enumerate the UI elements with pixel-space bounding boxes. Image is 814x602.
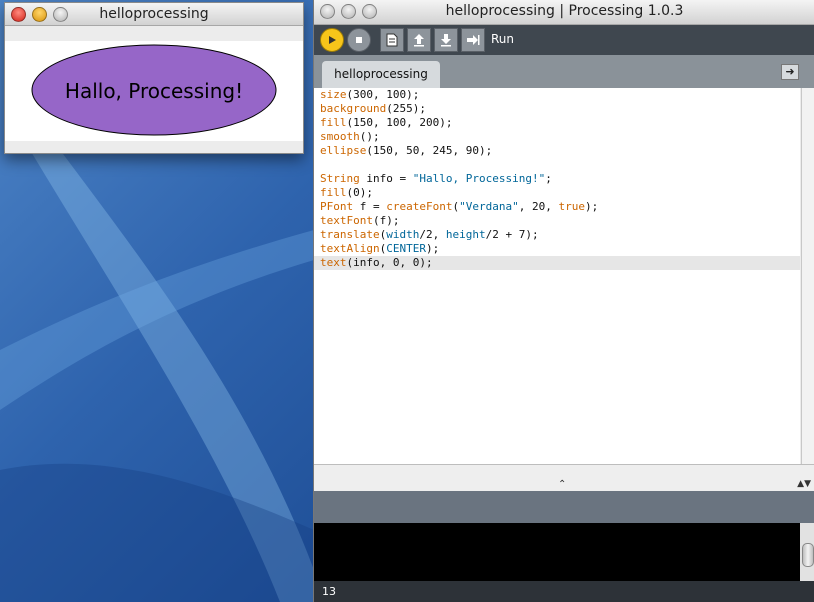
code-line-active: text(info, 0, 0); — [314, 256, 800, 270]
code-line: PFont f = createFont("Verdana", 20, true… — [320, 200, 599, 213]
code-line: textFont(f); — [320, 214, 400, 227]
sketch-window: helloprocessing Hallo, Processing! — [4, 2, 304, 154]
code-line: translate(width/2, height/2 + 7); — [320, 228, 539, 241]
toolbar: Run — [314, 25, 814, 55]
download-arrow-icon — [441, 34, 451, 47]
play-icon — [329, 36, 336, 44]
console-scrollbar[interactable] — [800, 523, 814, 581]
code-line: fill(150, 100, 200); — [320, 116, 453, 129]
run-button[interactable] — [320, 28, 344, 52]
save-button[interactable] — [434, 28, 458, 52]
message-area — [314, 491, 814, 523]
ide-window: helloprocessing | Processing 1.0.3 Run h… — [313, 0, 814, 602]
code-line: smooth(); — [320, 130, 380, 143]
open-button[interactable] — [407, 28, 431, 52]
code-editor[interactable]: size(300, 100); background(255); fill(15… — [314, 88, 800, 464]
tab-helloprocessing[interactable]: helloprocessing — [322, 61, 440, 88]
sketch-canvas: Hallo, Processing! — [5, 41, 303, 141]
editor-scrollbar[interactable] — [801, 88, 814, 464]
scroll-arrows-icon[interactable]: ▲▼ — [797, 479, 811, 489]
code-line: ellipse(150, 50, 245, 90); — [320, 144, 493, 157]
upload-arrow-icon — [414, 34, 424, 47]
code-line: background(255); — [320, 102, 426, 115]
ide-titlebar: helloprocessing | Processing 1.0.3 — [314, 0, 814, 25]
code-line: size(300, 100); — [320, 88, 420, 101]
sketch-window-title: helloprocessing — [99, 6, 209, 22]
console-scroll-thumb[interactable] — [802, 543, 814, 567]
divider-grip-icon[interactable]: ⌃ — [558, 479, 566, 490]
new-button[interactable] — [380, 28, 404, 52]
stop-button[interactable] — [347, 28, 371, 52]
code-line: fill(0); — [320, 186, 373, 199]
desktop-background — [0, 150, 314, 602]
stop-icon — [356, 37, 362, 43]
sketch-titlebar: helloprocessing — [5, 3, 303, 26]
console-output — [314, 523, 800, 581]
line-number-status: 13 — [314, 581, 814, 602]
tab-bar: helloprocessing ➜ — [314, 55, 814, 88]
ide-window-title: helloprocessing | Processing 1.0.3 — [445, 3, 684, 19]
console-divider[interactable]: ⌃ ▲▼ — [314, 464, 814, 492]
code-line: textAlign(CENTER); — [320, 242, 440, 255]
toolbar-status-label: Run — [491, 32, 515, 46]
export-button[interactable] — [461, 28, 485, 52]
new-file-icon — [386, 33, 398, 47]
greeting-text: Hallo, Processing! — [65, 79, 243, 103]
code-line: String info = "Hallo, Processing!"; — [320, 172, 552, 185]
tab-menu-arrow-icon[interactable]: ➜ — [781, 64, 799, 80]
export-arrow-icon — [467, 35, 480, 45]
